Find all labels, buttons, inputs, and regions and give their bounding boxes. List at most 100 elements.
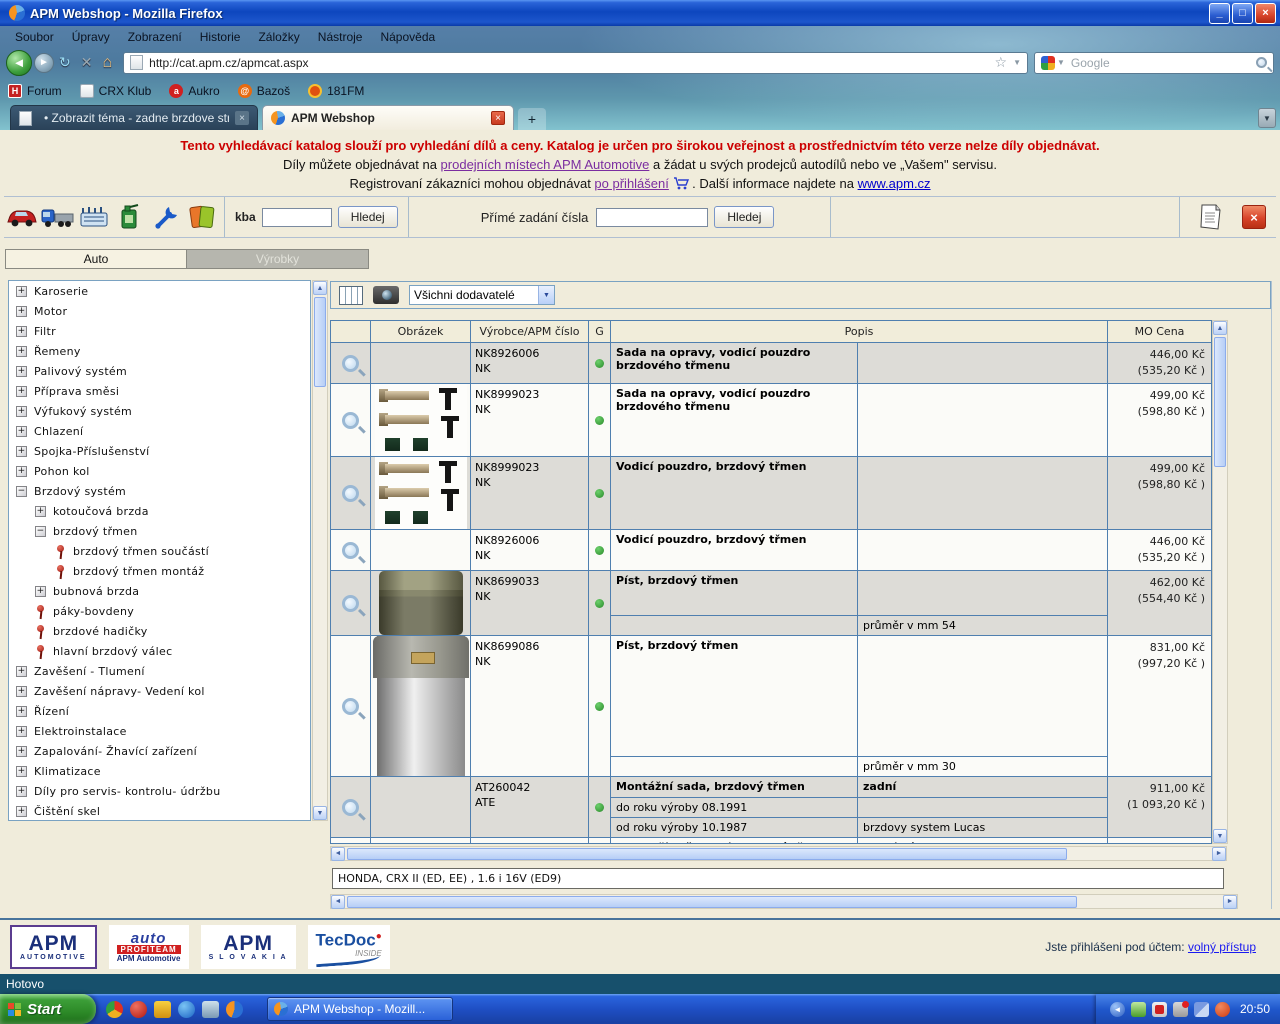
tree-toggle-icon[interactable] [16,426,27,437]
tree-toggle-icon[interactable] [16,786,27,797]
tree-item[interactable]: Zavěšení - Tlumení [9,661,310,681]
tree-toggle-icon[interactable] [35,506,46,517]
search-input[interactable] [1071,56,1256,70]
tree-toggle-icon[interactable] [16,466,27,477]
tree-toggle-icon[interactable] [16,286,27,297]
tree-item[interactable]: brzdový třmen součástí [9,541,310,561]
explorer-icon[interactable] [202,1001,219,1018]
adobe-tray-icon[interactable] [1152,1002,1167,1017]
product-row[interactable]: NK8699033 NK Píst, brzdový třmen [331,571,1211,636]
tree-item[interactable]: Elektroinstalace [9,721,310,741]
url-text[interactable]: http://cat.apm.cz/apmcat.aspx [149,56,994,70]
scroll-up-icon[interactable]: ▲ [313,281,327,295]
tree-toggle-icon[interactable] [16,746,27,757]
tree-toggle-icon[interactable] [55,564,66,579]
tree-toggle-icon[interactable] [16,306,27,317]
kba-search-button[interactable]: Hledej [338,206,398,228]
tree-item[interactable]: Palivový systém [9,361,310,381]
bottom-horizontal-scrollbar[interactable]: ◄ ► [330,894,1238,909]
opera-tray-icon[interactable] [1215,1002,1230,1017]
tree-toggle-icon[interactable] [16,706,27,717]
chrome-icon[interactable] [106,1001,123,1018]
menu-item[interactable]: Nástroje [309,28,372,46]
tab-close-icon[interactable]: × [491,111,505,125]
maximize-button[interactable]: □ [1232,3,1253,24]
tree-toggle-icon[interactable] [16,726,27,737]
tree-toggle-icon[interactable] [16,446,27,457]
menu-item[interactable]: Záložky [249,28,308,46]
close-button[interactable]: × [1255,3,1276,24]
tab-vyrobky[interactable]: Výrobky [187,249,369,269]
tree-item[interactable]: Řemeny [9,341,310,361]
reload-button[interactable]: ↻ [59,54,71,71]
scrollbar-thumb[interactable] [347,896,1077,908]
wrench-catalog-icon[interactable] [148,200,184,234]
tab-forum-thread[interactable]: • Zobrazit téma - zadne brzdove strme...… [10,105,258,130]
car-catalog-icon[interactable] [4,200,40,234]
tree-item[interactable]: páky-bovdeny [9,601,310,621]
scrollbar-thumb[interactable] [347,848,1067,860]
tree-item[interactable]: Příprava směsi [9,381,310,401]
taskbar-window-button[interactable]: APM Webshop - Mozill... [267,997,453,1021]
supplier-select[interactable]: Všichni dodavatelé ▼ [409,285,555,305]
documents-catalog-icon[interactable] [184,200,220,234]
tree-item[interactable]: Filtr [9,321,310,341]
bookmark-item[interactable]: CRX Klub [80,84,152,98]
tab-close-icon[interactable]: × [235,111,249,125]
tree-toggle-icon[interactable] [16,806,27,817]
select-dropdown-icon[interactable]: ▼ [538,286,554,304]
account-link[interactable]: volný přístup [1188,940,1256,954]
bookmark-star-icon[interactable]: ☆ [995,54,1008,71]
tree-toggle-icon[interactable] [16,366,27,377]
start-button[interactable]: Start [0,994,96,1024]
tree-toggle-icon[interactable] [16,386,27,397]
minimize-button[interactable]: _ [1209,3,1230,24]
list-all-tabs-button[interactable]: ▼ [1258,108,1276,128]
scroll-left-icon[interactable]: ◄ [331,847,345,861]
product-row[interactable]: NK8699086 NK Píst, brzdový třmen [331,636,1211,777]
tab-auto[interactable]: Auto [5,249,187,269]
login-link[interactable]: po přihlášení [594,176,668,191]
tree-item[interactable]: Motor [9,301,310,321]
direct-search-button[interactable]: Hledej [714,206,774,228]
tree-toggle-icon[interactable] [16,326,27,337]
update-tray-icon[interactable] [1173,1002,1188,1017]
menu-item[interactable]: Úpravy [63,28,119,46]
engine-catalog-icon[interactable] [76,200,112,234]
scroll-down-icon[interactable]: ▼ [313,806,327,820]
product-row[interactable]: NK8926006 NK Sada na opravy, vodicí pouz… [331,343,1211,384]
product-row[interactable]: AT260042 ATE Montážní sada, brzdový třme… [331,777,1211,838]
kba-input[interactable] [262,208,332,227]
ie-icon[interactable] [178,1001,195,1018]
tree-item[interactable]: Karoserie [9,281,310,301]
menu-item[interactable]: Nápověda [371,28,444,46]
search-engine-dropdown-icon[interactable]: ▼ [1057,58,1065,67]
tree-toggle-icon[interactable] [35,526,46,537]
opera-icon[interactable] [130,1001,147,1018]
tree-toggle-icon[interactable] [16,686,27,697]
zoom-product-icon[interactable] [342,485,359,502]
tree-item[interactable]: Brzdový systém [9,481,310,501]
tree-item[interactable]: Zavěšení nápravy- Vedení kol [9,681,310,701]
tree-item[interactable]: Pohon kol [9,461,310,481]
menu-item[interactable]: Zobrazení [119,28,191,46]
bookmark-item[interactable]: @ Bazoš [238,84,290,98]
tree-toggle-icon[interactable] [35,644,46,659]
tree-toggle-icon[interactable] [16,766,27,777]
sales-locations-link[interactable]: prodejních místech APM Automotive [441,157,650,172]
photo-view-icon[interactable] [373,286,399,304]
bookmark-item[interactable]: a Aukro [169,84,219,98]
home-button[interactable]: ⌂ [102,54,112,72]
tree-item[interactable]: brzdové hadičky [9,621,310,641]
tree-toggle-icon[interactable] [16,486,27,497]
firefox-icon[interactable] [226,1001,243,1018]
table-horizontal-scrollbar[interactable]: ◄ ► [330,846,1227,861]
tree-toggle-icon[interactable] [35,604,46,619]
close-catalog-button[interactable]: × [1242,205,1266,229]
new-tab-button[interactable]: + [518,108,546,130]
tree-item[interactable]: bubnová brzda [9,581,310,601]
bookmark-item[interactable]: H Forum [8,84,62,98]
tree-toggle-icon[interactable] [16,346,27,357]
tab-apm-webshop[interactable]: APM Webshop × [262,105,514,130]
url-bar[interactable]: http://cat.apm.cz/apmcat.aspx ☆ ▼ [123,52,1028,74]
